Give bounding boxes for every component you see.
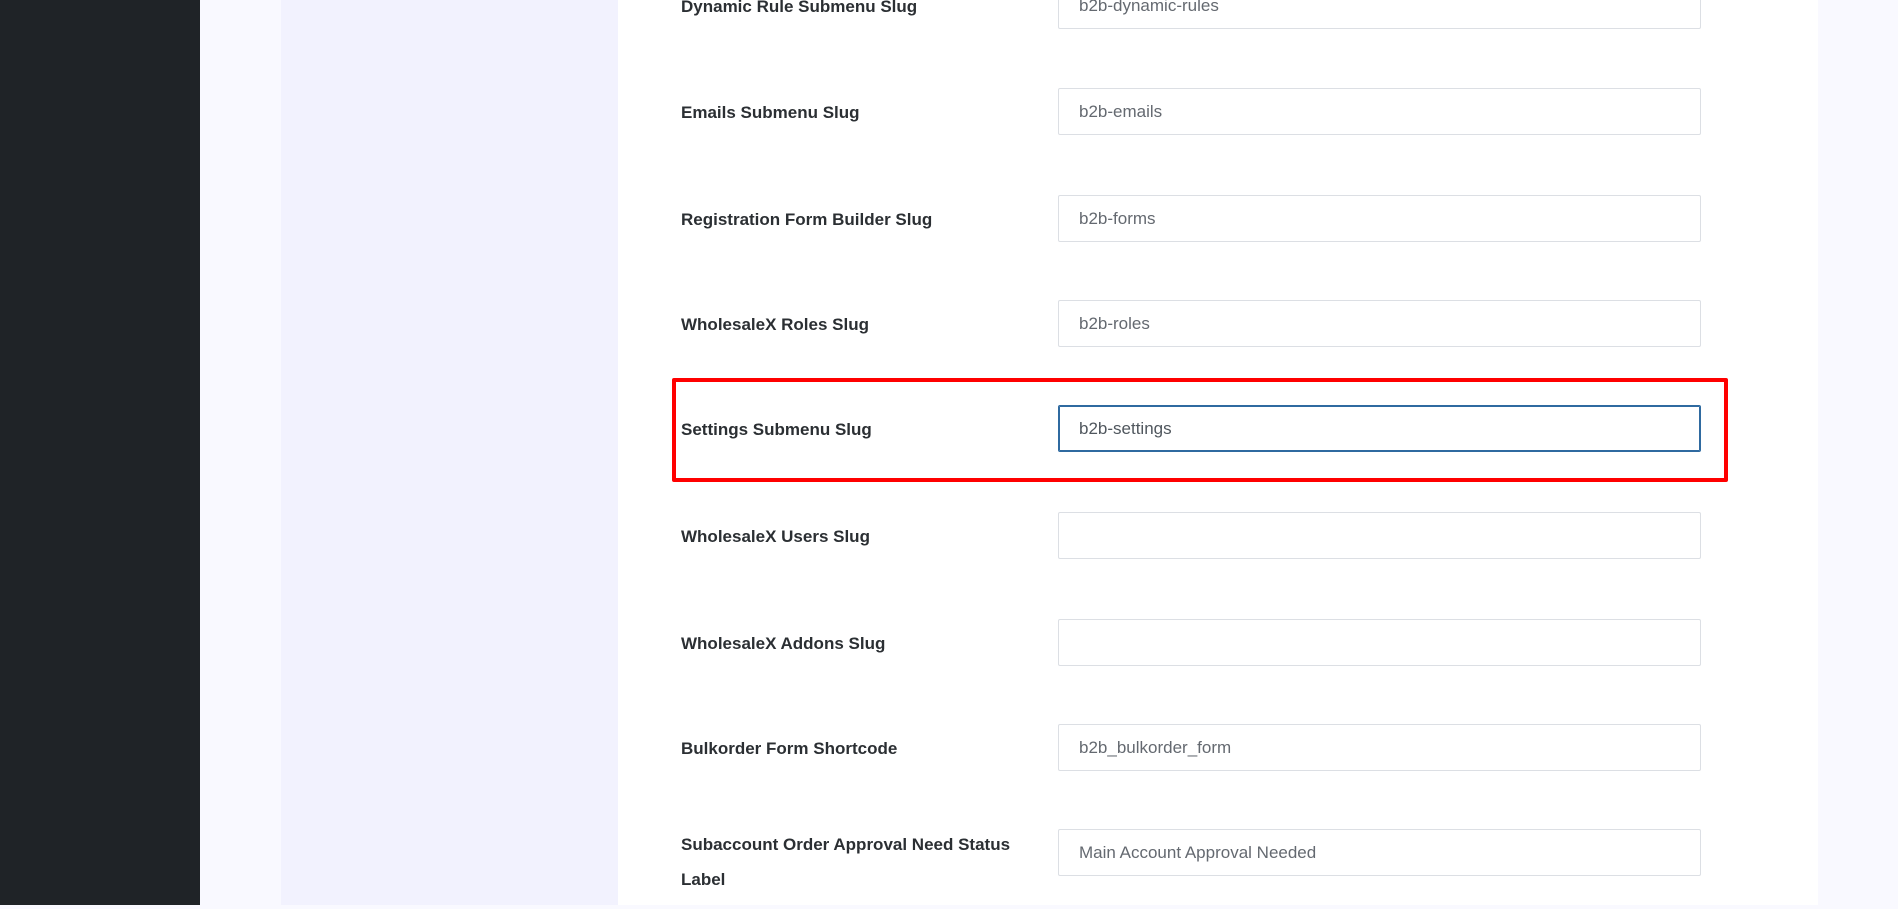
roles-slug-input[interactable] bbox=[1058, 300, 1701, 347]
admin-sidebar bbox=[0, 0, 200, 905]
users-slug-input[interactable] bbox=[1058, 512, 1701, 559]
highlight-box bbox=[672, 378, 1728, 482]
field-row-users-slug: WholesaleX Users Slug bbox=[681, 512, 1711, 572]
field-label: Subaccount Order Approval Need Status La… bbox=[681, 835, 1011, 889]
field-row-bulkorder-shortcode: Bulkorder Form Shortcode bbox=[681, 724, 1711, 784]
content-gutter bbox=[200, 0, 281, 905]
field-label: Dynamic Rule Submenu Slug bbox=[681, 0, 918, 16]
field-label: WholesaleX Addons Slug bbox=[681, 634, 886, 653]
settings-nav-panel bbox=[281, 0, 618, 905]
field-row-subaccount-approval-label: Subaccount Order Approval Need Status La… bbox=[681, 829, 1711, 909]
addons-slug-input[interactable] bbox=[1058, 619, 1701, 666]
dynamic-rule-slug-input[interactable] bbox=[1058, 0, 1701, 29]
field-row-addons-slug: WholesaleX Addons Slug bbox=[681, 619, 1711, 679]
field-label: Emails Submenu Slug bbox=[681, 103, 860, 122]
field-label: WholesaleX Roles Slug bbox=[681, 315, 869, 334]
field-row-roles-slug: WholesaleX Roles Slug bbox=[681, 300, 1711, 360]
field-label: WholesaleX Users Slug bbox=[681, 527, 870, 546]
right-gutter bbox=[1818, 0, 1898, 905]
field-label: Registration Form Builder Slug bbox=[681, 210, 933, 229]
registration-form-slug-input[interactable] bbox=[1058, 195, 1701, 242]
field-row-dynamic-rule-slug: Dynamic Rule Submenu Slug bbox=[681, 0, 1711, 42]
field-row-emails-slug: Emails Submenu Slug bbox=[681, 88, 1711, 148]
bulkorder-shortcode-input[interactable] bbox=[1058, 724, 1701, 771]
emails-slug-input[interactable] bbox=[1058, 88, 1701, 135]
field-label: Bulkorder Form Shortcode bbox=[681, 739, 898, 758]
subaccount-approval-label-input[interactable] bbox=[1058, 829, 1701, 876]
field-row-registration-form-slug: Registration Form Builder Slug bbox=[681, 195, 1711, 255]
